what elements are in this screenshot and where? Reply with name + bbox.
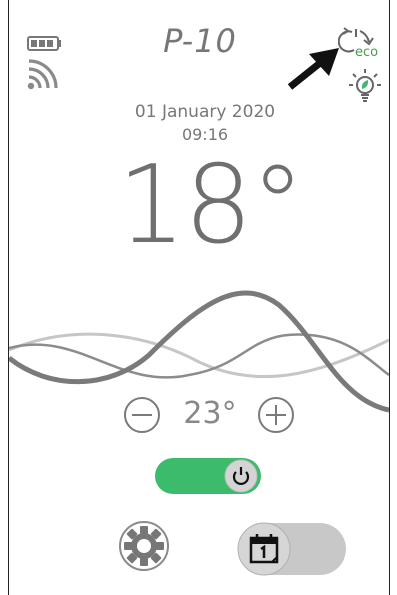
time-display: 09:16 [181,125,229,144]
setpoint-temperature: 23° [183,396,237,431]
eco-label: eco [355,45,379,60]
device-title: P-10 [163,22,237,60]
wave-dark [9,290,389,413]
current-temperature: 18° [117,143,304,268]
gear-icon[interactable] [118,520,170,572]
wifi-signal-icon [27,59,58,90]
eco-bulb-icon [349,69,381,102]
battery-icon [27,36,61,51]
minus-circle-icon[interactable] [122,395,162,435]
date-display: 01 January 2020 [134,102,276,122]
screen-border-right [389,0,390,595]
power-toggle[interactable] [155,456,265,496]
arrow-pointer-icon [287,48,339,90]
plus-circle-icon[interactable] [256,395,296,435]
schedule-toggle[interactable] [236,520,350,578]
